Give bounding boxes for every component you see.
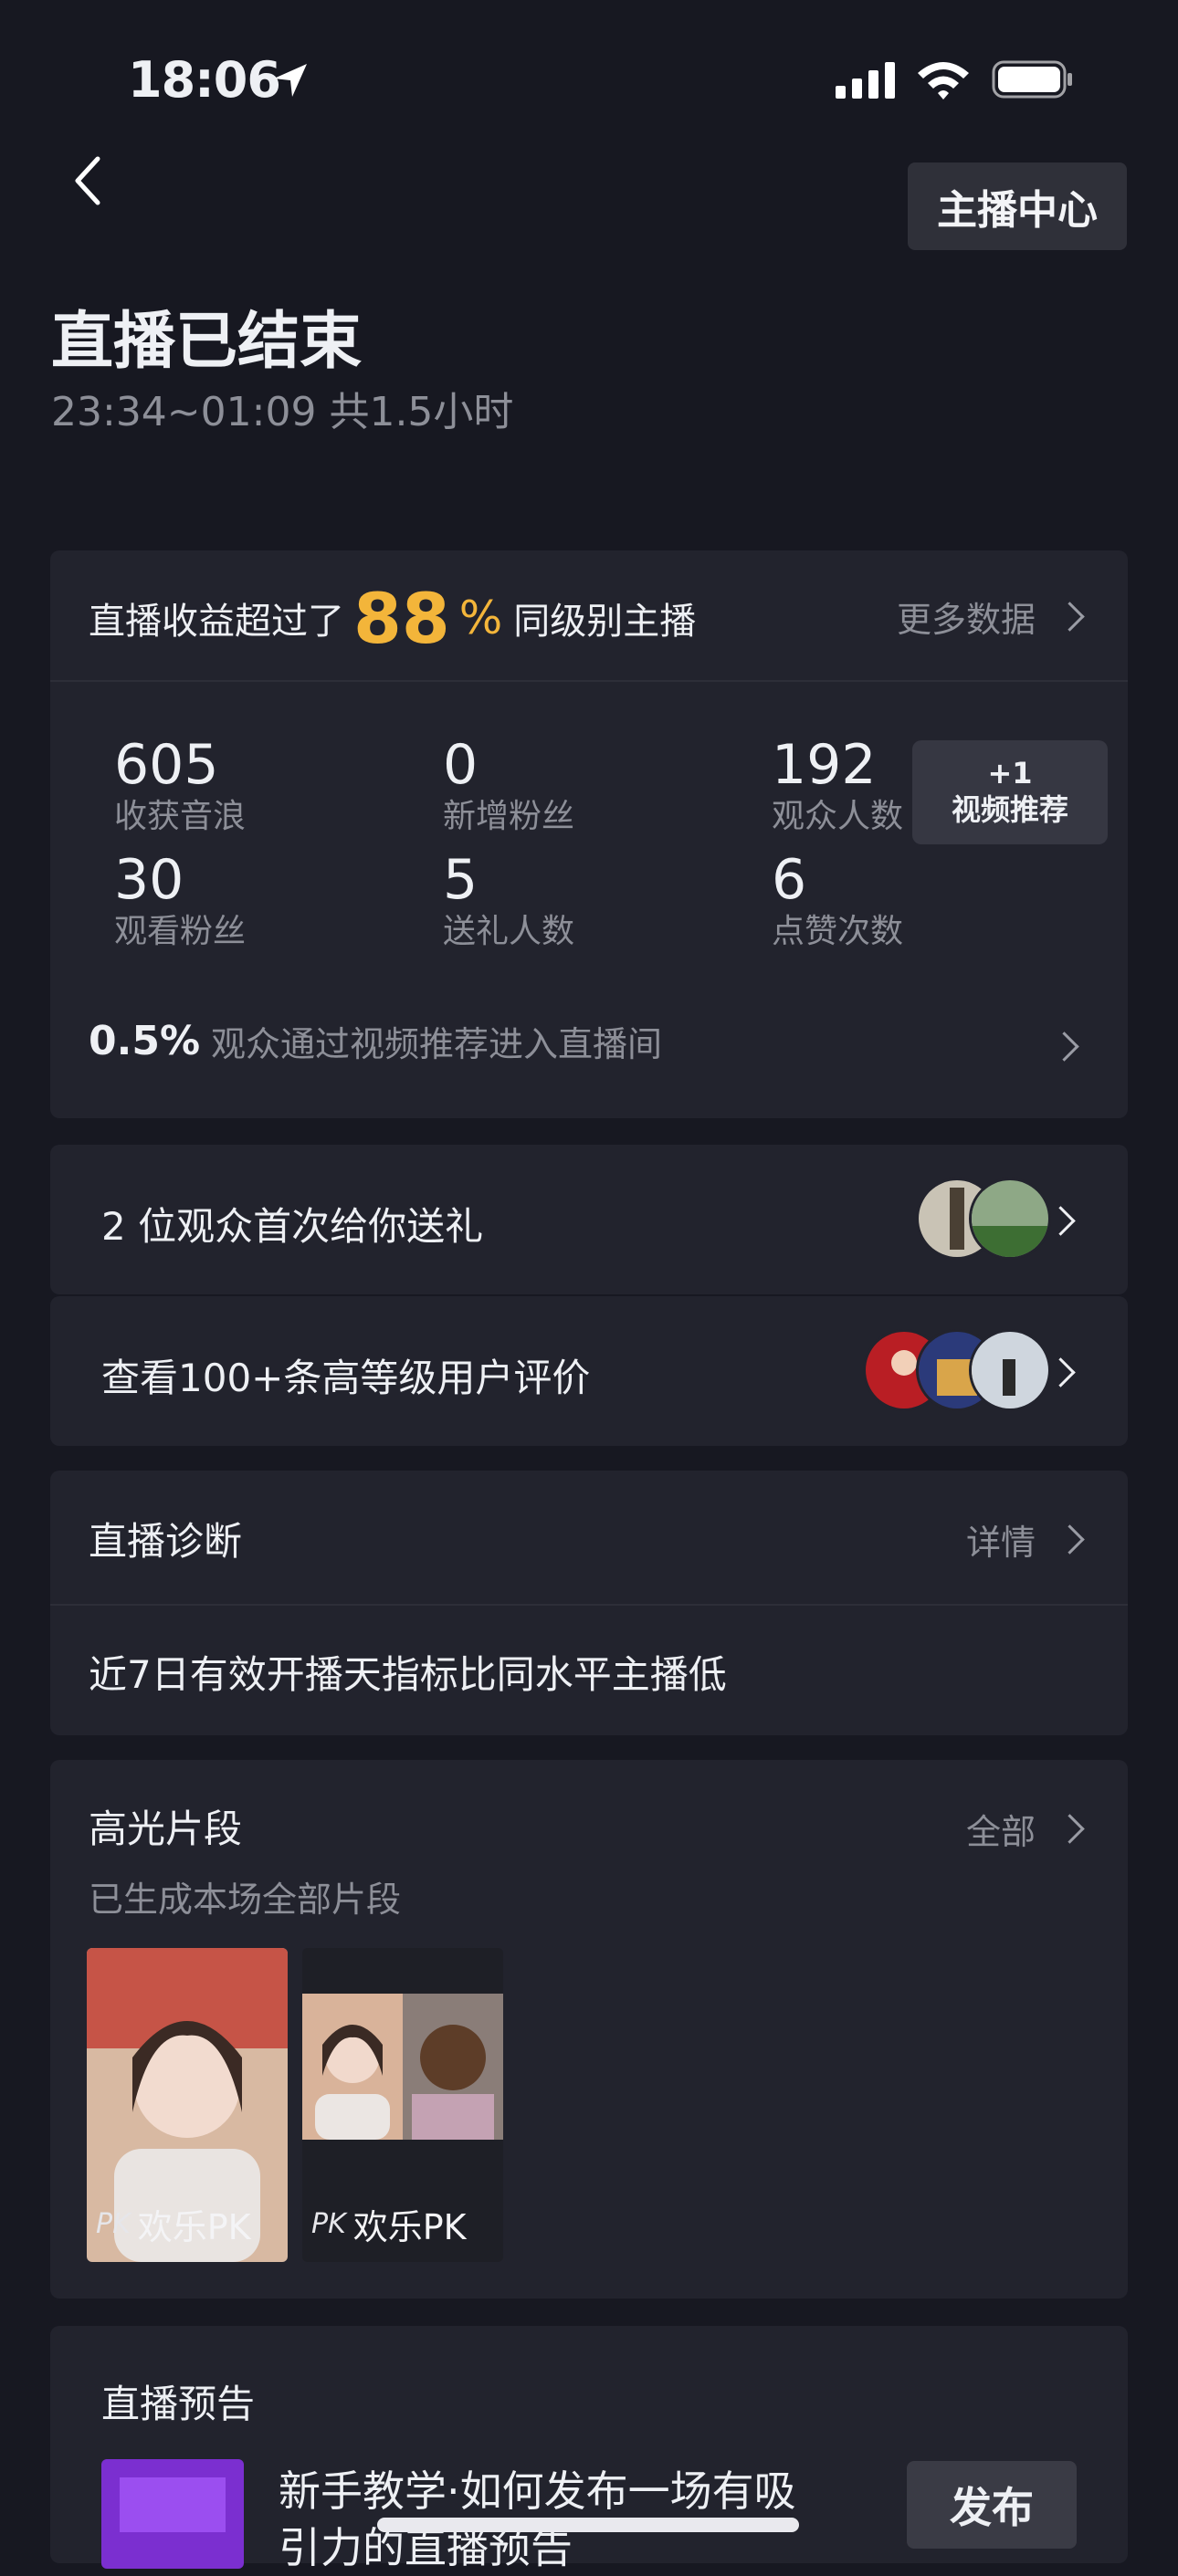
stat-label: 收获音浪 [114,798,247,835]
more-data-link[interactable]: 更多数据 [896,592,1085,642]
preview-text-line1: 新手教学·如何发布一场有吸 [279,2466,796,2516]
diagnosis-detail-link[interactable]: 详情 [965,1514,1085,1565]
stat-value: 6 [772,848,807,912]
stat-value: 30 [114,848,184,912]
income-comparison: 直播收益超过了 88 % 同级别主播 [89,572,696,664]
diagnosis-message: 近7日有效开播天指标比同水平主播低 [89,1652,727,1697]
recommend-percent: 0.5% [89,1018,201,1064]
highlight-clip[interactable]: PK 欢乐PK [87,1948,288,2262]
first-gift-row[interactable]: 2 位观众首次给你送礼 [50,1145,1128,1294]
avatar [969,1178,1051,1260]
avatar [969,1329,1051,1411]
recommend-text: 观众通过视频推荐进入直播间 [211,1024,663,1064]
highlights-card: 高光片段 全部 已生成本场全部片段 PK 欢乐PK PK 欢乐PK [50,1760,1128,2299]
highlights-all-link[interactable]: 全部 [965,1804,1085,1854]
stat-label: 点赞次数 [772,913,904,950]
high-level-reviews-row[interactable]: 查看100+条高等级用户评价 [50,1296,1128,1446]
stat-value: 5 [443,848,479,912]
stat-label: 新增粉丝 [443,798,575,835]
stat-label: 送礼人数 [443,913,575,950]
stat-value: 605 [114,733,219,797]
detail-label: 详情 [965,1523,1036,1563]
highlight-clip[interactable]: PK 欢乐PK [302,1948,503,2262]
stat-watching-fans: 30 观看粉丝 [114,848,246,952]
income-suffix: 同级别主播 [513,601,697,643]
more-data-label: 更多数据 [896,600,1036,640]
anchor-center-button[interactable]: 主播中心 [908,162,1127,250]
video-recommend-badge: +1 视频推荐 [912,740,1108,844]
stat-value: 192 [772,733,877,797]
back-arrow-icon[interactable] [68,153,109,208]
page-title: 直播已结束 [51,306,363,378]
stat-label: 观看粉丝 [114,913,247,950]
clip-label-group: PK 欢乐PK [311,2199,467,2249]
first-gift-text: 2 位观众首次给你送礼 [101,1204,484,1249]
preview-thumbnail [101,2459,244,2569]
highlights-subtitle: 已生成本场全部片段 [89,1880,402,1920]
clip-label-group: PK 欢乐PK [96,2199,251,2249]
stat-label: 观众人数 [772,798,904,835]
live-duration: 23:34~01:09 共1.5小时 [51,389,514,435]
pk-tag: PK [96,2208,131,2240]
income-prefix: 直播收益超过了 [89,601,344,643]
clip-label: 欢乐PK [352,2207,467,2247]
stat-new-fans: 0 新增粉丝 [443,733,574,837]
pk-tag: PK [311,2208,346,2240]
stat-likes: 6 点赞次数 [772,848,903,952]
stats-card: 直播收益超过了 88 % 同级别主播 更多数据 605 收获音浪 0 新增粉丝 … [50,550,1128,1118]
battery-icon [992,60,1072,99]
home-indicator[interactable] [377,2518,799,2532]
preview-title: 直播预告 [101,2382,256,2426]
reviews-text: 查看100+条高等级用户评价 [101,1356,591,1400]
stat-value: 0 [443,733,479,797]
status-time: 18:06 [128,51,281,109]
rec-label: 视频推荐 [951,792,1068,827]
publish-button[interactable]: 发布 [907,2461,1077,2549]
stat-gift-senders: 5 送礼人数 [443,848,574,952]
chevron-right-icon [1055,1814,1085,1844]
stat-viewers: 192 观众人数 [772,733,903,837]
diagnosis-title: 直播诊断 [89,1519,243,1564]
chevron-right-icon[interactable] [1049,1031,1079,1062]
cellular-signal-icon [836,62,895,99]
highlights-title: 高光片段 [89,1806,243,1851]
rec-count: +1 [987,756,1033,791]
video-recommend-row[interactable]: 0.5% 观众通过视频推荐进入直播间 [89,1016,662,1066]
diagnosis-card: 直播诊断 详情 近7日有效开播天指标比同水平主播低 [50,1471,1128,1735]
chevron-right-icon [1055,602,1085,632]
stat-sound-waves: 605 收获音浪 [114,733,246,837]
all-label: 全部 [965,1812,1036,1852]
income-percent-sign: % [458,592,503,644]
clip-label: 欢乐PK [137,2207,251,2247]
chevron-right-icon [1055,1524,1085,1555]
wifi-icon [918,62,969,99]
income-percent: 88 [353,577,450,659]
location-arrow-icon [274,64,307,97]
